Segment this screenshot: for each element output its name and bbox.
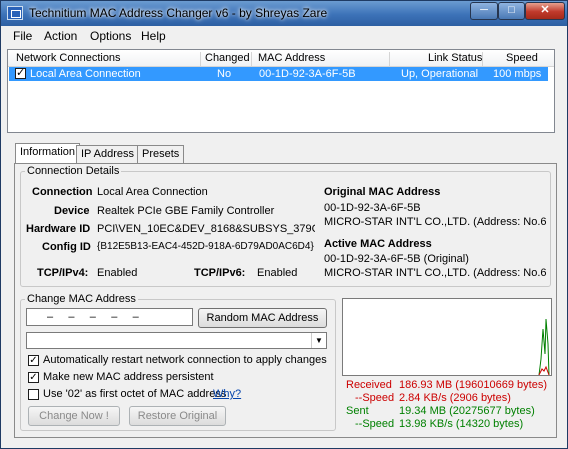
menu-help[interactable]: Help — [141, 29, 166, 43]
window-title: Technitium MAC Address Changer v6 - by S… — [29, 6, 328, 20]
sent-value: 19.34 MB (20275677 bytes) — [399, 405, 535, 417]
connection-speed: 100 mbps — [493, 68, 542, 80]
connection-mac: 00-1D-92-3A-6F-5B — [259, 68, 356, 80]
original-mac-title: Original MAC Address — [324, 186, 441, 198]
title-bar[interactable]: Technitium MAC Address Changer v6 - by S… — [1, 1, 567, 26]
use-02-checkbox[interactable] — [28, 389, 39, 400]
sent-speed-label: --Speed — [355, 418, 395, 430]
chevron-down-icon[interactable]: ▼ — [311, 333, 326, 348]
use-02-label[interactable]: Use '02' as first octet of MAC address — [43, 388, 226, 400]
menu-file[interactable]: File — [13, 29, 32, 43]
menu-options[interactable]: Options — [90, 29, 131, 43]
tcpipv6-label: TCP/IPv6: — [194, 267, 246, 279]
connection-link-status: Up, Operational — [401, 68, 479, 80]
sent-label: Sent — [346, 405, 369, 417]
why-link[interactable]: Why? — [213, 388, 241, 400]
mac-address-input-dashes: – – – – – — [47, 311, 139, 323]
maximize-button[interactable]: □ — [498, 2, 525, 20]
original-mac-vendor: MICRO-STAR INT'L CO.,LTD. (Address: No.6… — [324, 216, 546, 228]
connection-value: Local Area Connection — [97, 186, 208, 198]
active-mac-value: 00-1D-92-3A-6F-5B (Original) — [324, 253, 469, 265]
connection-checkbox[interactable]: ✓ — [15, 68, 26, 79]
tab-presets[interactable]: Presets — [137, 145, 185, 163]
tcpipv6-value: Enabled — [257, 267, 298, 279]
active-mac-title: Active MAC Address — [324, 238, 432, 250]
connection-changed: No — [217, 68, 232, 80]
column-changed[interactable]: Changed — [205, 52, 250, 64]
traffic-graph — [342, 298, 552, 376]
restore-original-button[interactable]: Restore Original — [129, 406, 226, 426]
config-id-value: {B12E5B13-EAC4-452D-918A-6D79AD0AC6D4} — [97, 241, 314, 252]
mac-address-input[interactable]: – – – – – — [26, 308, 193, 326]
tcpipv4-value: Enabled — [97, 267, 138, 279]
received-speed-value: 2.84 KB/s (2906 bytes) — [399, 392, 511, 404]
menu-action[interactable]: Action — [44, 29, 77, 43]
minimize-button[interactable]: ─ — [470, 2, 498, 20]
auto-restart-label[interactable]: Automatically restart network connection… — [43, 354, 327, 366]
device-value: Realtek PCIe GBE Family Controller — [97, 205, 275, 217]
connections-list-header: Network Connections Changed MAC Address … — [8, 50, 554, 69]
tab-information[interactable]: Information — [15, 143, 81, 164]
sent-line — [538, 318, 550, 376]
received-line — [538, 365, 550, 376]
close-button[interactable]: ✕ — [525, 2, 565, 20]
connections-list[interactable]: Network Connections Changed MAC Address … — [7, 49, 555, 133]
app-window: Technitium MAC Address Changer v6 - by S… — [0, 0, 568, 449]
auto-restart-checkbox[interactable]: ✓ — [28, 355, 39, 366]
connection-row[interactable]: ✓ Local Area Connection No 00-1D-92-3A-6… — [9, 67, 548, 81]
hardware-id-label: Hardware ID — [26, 223, 91, 235]
active-mac-vendor: MICRO-STAR INT'L CO.,LTD. (Address: No.6… — [324, 267, 546, 279]
connection-details-title: Connection Details — [25, 165, 122, 177]
original-mac-value: 00-1D-92-3A-6F-5B — [324, 202, 421, 214]
column-speed[interactable]: Speed — [506, 52, 538, 64]
column-mac-address[interactable]: MAC Address — [258, 52, 325, 64]
hardware-id-value: PCI\VEN_10EC&DEV_8168&SUBSYS_379C146 — [97, 223, 315, 235]
random-mac-button[interactable]: Random MAC Address — [198, 308, 327, 328]
menu-bar: File Action Options Help — [2, 26, 567, 46]
connection-label: Connection — [32, 186, 93, 198]
device-label: Device — [54, 205, 90, 217]
preset-select[interactable]: ▼ — [26, 332, 327, 349]
change-mac-title: Change MAC Address — [25, 293, 138, 305]
change-now-button[interactable]: Change Now ! — [28, 406, 120, 426]
persistent-checkbox[interactable]: ✓ — [28, 372, 39, 383]
received-speed-label: --Speed — [355, 392, 395, 404]
persistent-label[interactable]: Make new MAC address persistent — [43, 371, 214, 383]
app-icon — [7, 6, 23, 20]
tab-ip-address[interactable]: IP Address — [76, 145, 139, 163]
config-id-label: Config ID — [42, 241, 91, 253]
connection-name: Local Area Connection — [30, 68, 141, 80]
received-label: Received — [346, 379, 392, 391]
column-network-connections[interactable]: Network Connections — [16, 52, 121, 64]
tcpipv4-label: TCP/IPv4: — [37, 267, 89, 279]
sent-speed-value: 13.98 KB/s (14320 bytes) — [399, 418, 524, 430]
received-value: 186.93 MB (196010669 bytes) — [399, 379, 547, 391]
column-link-status[interactable]: Link Status — [428, 52, 482, 64]
traffic-graph-canvas — [538, 318, 550, 376]
